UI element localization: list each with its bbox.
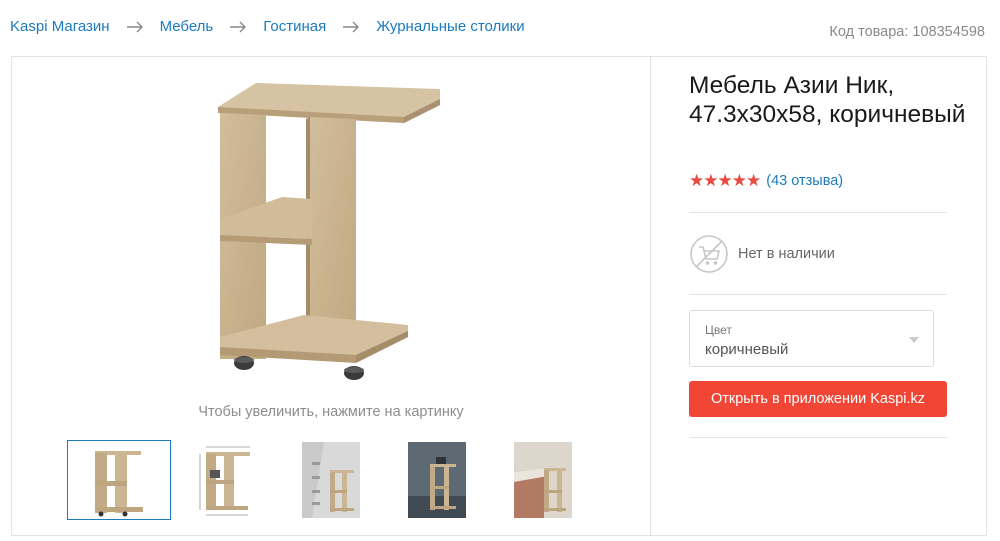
top-bar: Kaspi Магазин Мебель Гостиная Журнальные… xyxy=(0,0,1000,56)
availability-text: Нет в наличии xyxy=(738,246,835,262)
star-icon: ★ xyxy=(746,171,761,190)
star-icon: ★ xyxy=(731,171,747,190)
breadcrumb: Kaspi Магазин Мебель Гостиная Журнальные… xyxy=(10,18,525,35)
caret-down-icon xyxy=(909,337,919,343)
breadcrumb-kaspi-store[interactable]: Kaspi Магазин xyxy=(10,18,110,35)
arrow-right-icon xyxy=(110,21,160,33)
star-icon: ★ xyxy=(717,171,733,190)
star-icon: ★ xyxy=(703,171,718,190)
thumbnail-3[interactable] xyxy=(279,440,383,520)
star-icon: ★ xyxy=(689,171,704,190)
product-card: Чтобы увеличить, нажмите на картинку Меб… xyxy=(11,56,987,536)
breadcrumb-coffee-tables[interactable]: Журнальные столики xyxy=(376,18,524,35)
product-title: Мебель Азии Ник, 47.3x30x58, коричневый xyxy=(689,72,966,128)
color-select-label: Цвет xyxy=(705,323,732,337)
thumbnail-2[interactable] xyxy=(173,440,277,520)
divider xyxy=(689,437,947,438)
product-code: Код товара: 108354598 xyxy=(829,24,985,40)
zoom-hint: Чтобы увеличить, нажмите на картинку xyxy=(198,404,464,420)
thumbnail-1[interactable] xyxy=(67,440,171,520)
divider xyxy=(689,212,947,213)
availability-status: Нет в наличии xyxy=(689,234,835,274)
color-select[interactable]: Цвет коричневый xyxy=(689,310,934,367)
divider xyxy=(689,294,947,295)
thumbnail-5[interactable] xyxy=(491,440,595,520)
main-product-image[interactable] xyxy=(208,79,450,385)
star-rating: ★ ★ ★ ★ ★ xyxy=(689,171,761,190)
thumbnail-4[interactable] xyxy=(385,440,489,520)
cart-crossed-icon xyxy=(689,234,729,274)
color-select-value: коричневый xyxy=(705,341,789,358)
arrow-right-icon xyxy=(326,21,376,33)
column-divider xyxy=(650,57,651,535)
breadcrumb-furniture[interactable]: Мебель xyxy=(160,18,214,35)
reviews-link[interactable]: (43 отзыва) xyxy=(766,173,843,189)
breadcrumb-living-room[interactable]: Гостиная xyxy=(263,18,326,35)
open-in-app-button[interactable]: Открыть в приложении Kaspi.kz xyxy=(689,381,947,417)
arrow-right-icon xyxy=(213,21,263,33)
rating: ★ ★ ★ ★ ★ (43 отзыва) xyxy=(689,172,843,190)
